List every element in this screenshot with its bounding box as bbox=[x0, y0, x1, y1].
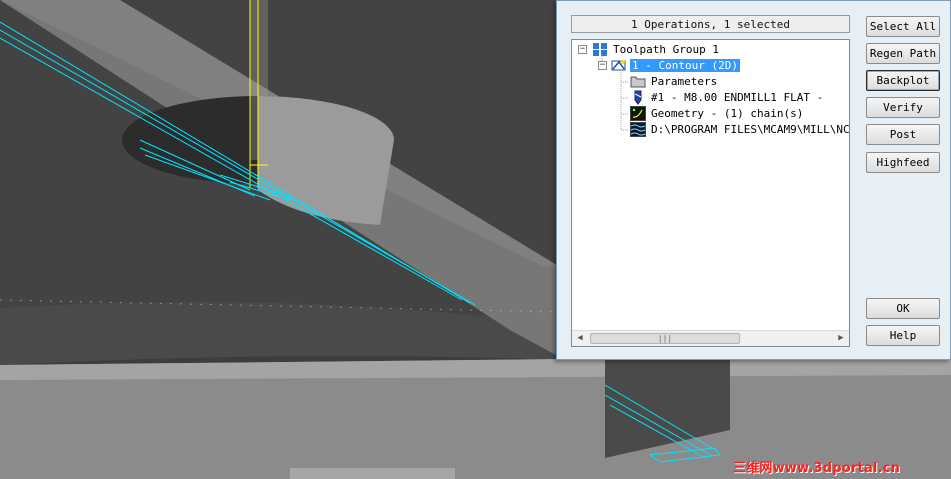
operations-status-bar: 1 Operations, 1 selected bbox=[571, 15, 850, 33]
scroll-left-arrow-icon[interactable]: ◀ bbox=[572, 331, 588, 346]
regen-path-button[interactable]: Regen Path bbox=[866, 43, 940, 64]
operations-manager-dialog: 1 Operations, 1 selected − Toolpath Grou… bbox=[556, 0, 951, 360]
highfeed-button[interactable]: Highfeed bbox=[866, 152, 940, 173]
watermark-text: 三维网www.3dportal.cn bbox=[733, 461, 901, 476]
post-button[interactable]: Post bbox=[866, 124, 940, 145]
ok-button[interactable]: OK bbox=[866, 298, 940, 319]
tree-horizontal-scrollbar[interactable]: ◀ ||| ▶ bbox=[572, 330, 849, 346]
backplot-button[interactable]: Backplot bbox=[866, 70, 940, 91]
help-button[interactable]: Help bbox=[866, 325, 940, 346]
operations-tree[interactable]: − Toolpath Group 1 − 1 - Contour (2D) Pa… bbox=[571, 39, 850, 347]
verify-button[interactable]: Verify bbox=[866, 97, 940, 118]
select-all-button[interactable]: Select All bbox=[866, 16, 940, 37]
scroll-right-arrow-icon[interactable]: ▶ bbox=[833, 331, 849, 346]
scroll-thumb[interactable]: ||| bbox=[590, 333, 740, 344]
tree-connector-lines bbox=[601, 54, 629, 131]
